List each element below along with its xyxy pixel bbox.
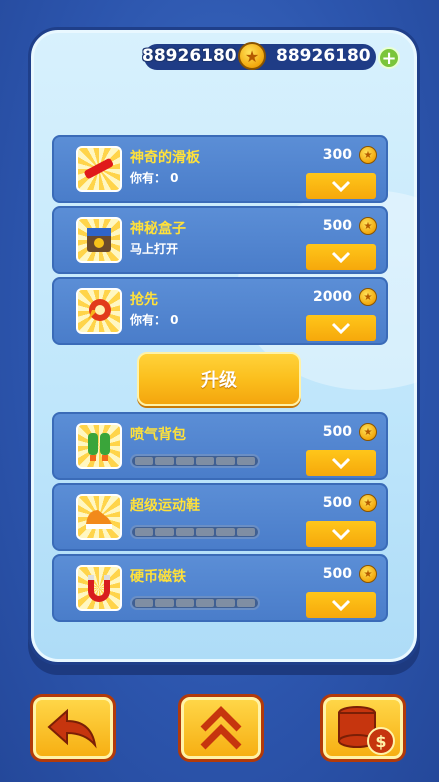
buy-button[interactable] [306,244,376,270]
buy-button[interactable] [306,521,376,547]
scroll-up-button[interactable] [178,694,264,762]
item-owned: 你有： 0 [130,171,179,185]
item-title: 神奇的滑板 [130,150,200,166]
skateboard-icon [76,146,122,192]
svg-text:$: $ [375,732,386,751]
item-price: 500 [322,495,352,511]
shop-item: 抢先 你有： 0 2000 ★ [52,277,388,345]
upgrade-header-button[interactable]: 升级 [137,352,301,406]
add-coins-button[interactable]: + [378,47,400,69]
upgrade-item: 超级运动鞋 500 ★ [52,483,388,551]
upgrade-item: 硬币磁铁 500 ★ [52,554,388,622]
item-status: 马上打开 [130,242,179,256]
back-arrow-icon [47,708,97,749]
double-chevron-up-icon [200,706,242,750]
item-price: 500 [322,218,352,234]
chevron-down-icon [331,599,351,611]
buy-button[interactable] [306,315,376,341]
shop-item: 神秘盒子 马上打开 500 ★ [52,206,388,274]
item-price: 300 [322,147,352,163]
item-price: 500 [322,566,352,582]
chevron-down-icon [331,322,351,334]
item-owned: 你有： 0 [130,313,179,327]
coin-icon: ★ [359,423,377,441]
upgrade-item: 喷气背包 500 ★ [52,412,388,480]
item-price: 500 [322,424,352,440]
item-title: 超级运动鞋 [130,498,200,514]
coin-icon: ★ [238,42,266,70]
jetpack-icon [76,423,122,469]
item-title: 神秘盒子 [130,221,186,237]
buy-button[interactable] [306,592,376,618]
shop-item: 神奇的滑板 你有： 0 300 ★ [52,135,388,203]
coin-shop-button[interactable]: $ [320,694,406,762]
chevron-down-icon [331,528,351,540]
item-title: 抢先 [130,292,158,308]
coin-counter: 88926180 [276,46,371,66]
upgrade-progress [130,596,260,610]
item-title: 硬币磁铁 [130,569,186,585]
upgrade-progress [130,525,260,539]
score-counter: 88926180 [142,46,237,66]
item-title: 喷气背包 [130,427,186,443]
back-button[interactable] [30,694,116,762]
coin-icon: ★ [359,146,377,164]
chevron-down-icon [331,251,351,263]
upgrade-progress [130,454,260,468]
coin-magnet-icon [76,565,122,611]
mystery-box-icon [76,217,122,263]
headstart-icon [76,288,122,334]
coin-icon: ★ [359,565,377,583]
buy-button[interactable] [306,450,376,476]
chevron-down-icon [331,180,351,192]
coin-stack-icon: $ [338,706,395,755]
chevron-down-icon [331,457,351,469]
coin-icon: ★ [359,288,377,306]
item-price: 2000 [313,289,352,305]
super-sneakers-icon [76,494,122,540]
coin-icon: ★ [359,494,377,512]
coin-icon: ★ [359,217,377,235]
buy-button[interactable] [306,173,376,199]
